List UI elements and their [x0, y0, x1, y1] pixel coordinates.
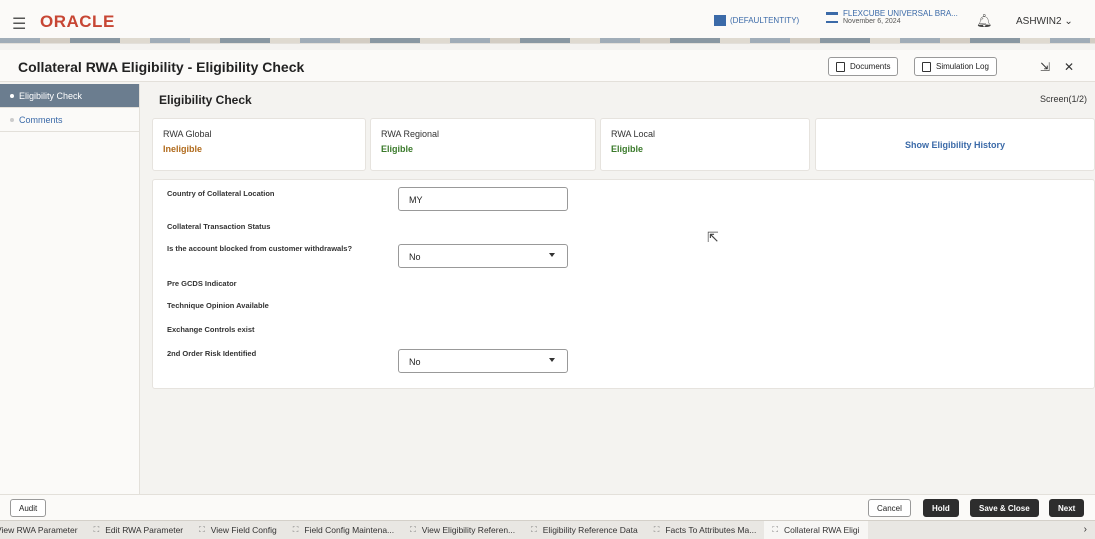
field-label: Is the account blocked from customer wit…: [167, 244, 353, 253]
main-content: Eligibility Check Screen(1/2) RWA Global…: [141, 84, 1095, 494]
screen-indicator: Screen(1/2): [1039, 94, 1087, 104]
restore-icon: ⛶: [93, 525, 100, 534]
field-label: Collateral Transaction Status: [167, 222, 271, 231]
entity-label: (DEFAULTENTITY): [730, 16, 800, 25]
restore-icon: ⛶: [772, 525, 778, 534]
audit-button[interactable]: Audit: [10, 499, 47, 517]
simulation-log-button[interactable]: Simulation Log: [914, 57, 997, 76]
page-title: Collateral RWA Eligibility - Eligibility…: [18, 59, 305, 75]
hamburger-menu-icon[interactable]: ☰: [12, 14, 26, 34]
chevron-down-icon: ⌄: [1064, 16, 1073, 27]
branch-date: November 6, 2024: [843, 18, 901, 25]
field-label: Exchange Controls exist: [167, 325, 255, 334]
bell-icon[interactable]: 🔔︎: [976, 13, 993, 29]
simulation-log-label: Simulation Log: [936, 62, 989, 71]
nav-item-eligibility-check[interactable]: Eligibility Check: [0, 84, 139, 108]
entity-selector[interactable]: (DEFAULTENTITY): [714, 15, 799, 26]
nav-item-comments[interactable]: Comments: [0, 108, 139, 132]
document-icon: [836, 61, 845, 72]
header-decoration: [0, 38, 1095, 43]
show-eligibility-history-button[interactable]: Show Eligibility History: [815, 118, 1095, 171]
mouse-pointer-icon: ⇱: [707, 229, 719, 245]
task-tab-label: Facts To Attributes Ma...: [665, 525, 757, 535]
field-label: Pre GCDS Indicator: [167, 279, 237, 288]
task-tab[interactable]: ⛶ Facts To Attributes Ma...: [646, 521, 765, 539]
hold-button[interactable]: Hold: [923, 499, 959, 517]
account-blocked-select[interactable]: No: [398, 244, 568, 268]
app-header: ☰ ORACLE (DEFAULTENTITY) FLEXCUBE UNIVER…: [0, 0, 1095, 44]
country-of-collateral-location-field[interactable]: MY: [398, 187, 568, 211]
task-tab[interactable]: ⛶ Field Config Maintena...: [285, 521, 402, 539]
task-tab[interactable]: ⛶ View Eligibility Referen...: [402, 521, 523, 539]
save-close-button[interactable]: Save & Close: [970, 499, 1039, 517]
branch-selector[interactable]: FLEXCUBE UNIVERSAL BRA... November 6, 20…: [826, 9, 958, 25]
card-label: RWA Regional: [381, 129, 440, 139]
card-status: Eligible: [381, 144, 414, 154]
restore-icon: ⛶: [410, 525, 416, 534]
screen-titlebar: Collateral RWA Eligibility - Eligibility…: [0, 50, 1095, 82]
user-menu[interactable]: ASHWIN2 ⌄: [1016, 16, 1073, 27]
card-status: Ineligible: [163, 144, 203, 154]
task-tab[interactable]: ⛶ Eligibility Reference Data: [523, 521, 646, 539]
task-tab-label: Field Config Maintena...: [304, 525, 395, 535]
rwa-global-card: RWA Global Ineligible: [152, 118, 366, 171]
task-tab-label: View RWA Parameter: [0, 525, 78, 535]
restore-icon: ⛶: [199, 525, 205, 534]
rwa-regional-card: RWA Regional Eligible: [370, 118, 596, 171]
open-tabs-bar: View RWA Parameter ⛶ Edit RWA Parameter ⛶…: [0, 520, 1095, 539]
eligibility-form: Country of Collateral Location MY Collat…: [152, 179, 1095, 389]
field-label: Country of Collateral Location: [167, 189, 275, 198]
task-tab[interactable]: View RWA Parameter: [0, 521, 86, 539]
side-navigation: Eligibility Check Comments: [0, 84, 140, 494]
task-tab-label: Edit RWA Parameter: [105, 525, 184, 535]
documents-button[interactable]: Documents: [828, 57, 899, 76]
field-value: MY: [409, 195, 423, 205]
card-status: Eligible: [611, 144, 644, 154]
oracle-logo: ORACLE: [40, 12, 115, 31]
section-heading: Eligibility Check: [159, 93, 252, 107]
building-icon: [714, 15, 726, 26]
card-label: RWA Global: [163, 129, 212, 139]
caret-down-icon: [549, 358, 555, 362]
task-tab-label: View Field Config: [210, 525, 277, 535]
bank-icon: [826, 12, 838, 23]
close-icon[interactable]: ✕: [1064, 60, 1074, 74]
dot-icon: [10, 117, 14, 122]
next-button[interactable]: Next: [1049, 499, 1085, 517]
user-name: ASHWIN2: [1016, 16, 1062, 27]
field-label: Technique Opinion Available: [167, 301, 269, 310]
cancel-button[interactable]: Cancel: [868, 499, 911, 517]
select-value: No: [409, 252, 421, 262]
task-tab-label: View Eligibility Referen...: [421, 525, 516, 535]
chevron-right-icon[interactable]: ›: [1084, 524, 1087, 535]
restore-icon: ⛶: [531, 525, 537, 534]
task-tab[interactable]: ⛶ View Field Config: [191, 521, 285, 539]
nav-item-label: Eligibility Check: [19, 90, 83, 101]
action-footer: Audit Cancel Hold Save & Close Next: [0, 494, 1095, 520]
log-icon: [922, 61, 931, 72]
history-link-label: Show Eligibility History: [904, 139, 1005, 150]
documents-label: Documents: [850, 62, 891, 71]
task-tab[interactable]: ⛶ Edit RWA Parameter: [86, 521, 192, 539]
rwa-local-card: RWA Local Eligible: [600, 118, 810, 171]
task-tab-label: Eligibility Reference Data: [542, 525, 638, 535]
branch-name: FLEXCUBE UNIVERSAL BRA...: [843, 9, 958, 18]
nav-item-label: Comments: [19, 114, 63, 125]
minimize-icon[interactable]: ⇲: [1040, 60, 1050, 74]
field-label: 2nd Order Risk Identified: [167, 349, 257, 358]
second-order-risk-select[interactable]: No: [398, 349, 568, 373]
task-tab-active[interactable]: ⛶ Collateral RWA Eligi: [764, 521, 868, 539]
task-tab-label: Collateral RWA Eligi: [783, 525, 860, 535]
restore-icon: ⛶: [653, 525, 660, 534]
caret-down-icon: [549, 253, 555, 257]
card-label: RWA Local: [611, 129, 656, 139]
active-dot-icon: [10, 93, 14, 98]
select-value: No: [409, 357, 421, 367]
restore-icon: ⛶: [292, 525, 299, 534]
